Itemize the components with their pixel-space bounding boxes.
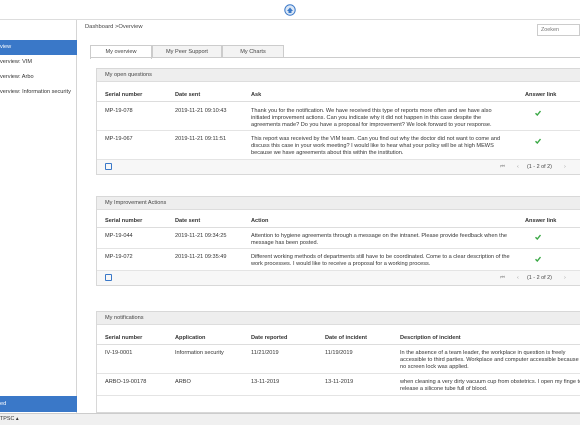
checkmark-icon[interactable]	[535, 256, 541, 262]
date-sent: 2019-11-21 09:10:43	[175, 108, 227, 114]
breadcrumb: Dashboard >Overview	[85, 24, 143, 30]
column-header[interactable]: Action	[251, 218, 268, 224]
next-page-icon[interactable]: ›	[564, 275, 566, 281]
sidebar-bottom-item[interactable]: ed	[0, 396, 77, 412]
question-text: This report was received by the VIM team…	[251, 136, 501, 156]
column-header[interactable]: Date of incident	[325, 335, 367, 341]
checkmark-icon[interactable]	[535, 138, 541, 144]
table-header: Serial number Application Date reported …	[97, 332, 580, 345]
app-logo-icon[interactable]	[284, 4, 296, 16]
export-icon[interactable]	[105, 274, 112, 281]
table-header: Serial number Date sent Action Answer li…	[97, 215, 580, 228]
top-bar	[0, 0, 580, 20]
status-bar[interactable]: TPSC ▴	[0, 413, 580, 425]
serial-number: MP-19-067	[105, 136, 133, 142]
export-icon[interactable]	[105, 163, 112, 170]
date-of-incident: 11/19/2019	[325, 350, 353, 356]
prev-page-icon[interactable]: ‹	[517, 164, 519, 170]
pagination-bar: ⏮ ‹ (1 - 2 of 2) ›	[97, 271, 580, 285]
panel-title: My open questions	[97, 69, 580, 82]
sidebar-item-overview[interactable]: view	[0, 40, 77, 55]
date-sent: 2019-11-21 09:34:25	[175, 233, 227, 239]
column-header[interactable]: Serial number	[105, 218, 142, 224]
tab-divider	[90, 57, 580, 58]
notifications-panel: My notifications Serial number Applicati…	[96, 311, 580, 413]
checkmark-icon[interactable]	[535, 234, 541, 240]
page-info: (1 - 2 of 2)	[527, 275, 552, 281]
incident-description: In the absence of a team leader, the wor…	[400, 350, 579, 370]
next-page-icon[interactable]: ›	[564, 164, 566, 170]
sidebar: view verview: VIM verview: Arbo verview:…	[0, 20, 77, 415]
pagination-bar: ⏮ ‹ (1 - 2 of 2) ›	[97, 160, 580, 174]
serial-number: MP-19-044	[105, 233, 133, 239]
action-text: Different working methods of departments…	[251, 254, 510, 267]
column-header[interactable]: Serial number	[105, 92, 142, 98]
table-row[interactable]: MP-19-067 2019-11-21 09:11:51 This repor…	[97, 131, 580, 160]
column-header[interactable]: Date sent	[175, 218, 200, 224]
column-header[interactable]: Serial number	[105, 335, 142, 341]
sidebar-item-overview-arbo[interactable]: verview: Arbo	[0, 70, 77, 85]
table-row[interactable]: ARBO-19-00178 ARBO 13-11-2019 13-11-2019…	[97, 374, 580, 396]
serial-number: IV-19-0001	[105, 350, 133, 356]
application: Information security	[175, 350, 224, 356]
panel-title: My Improvement Actions	[97, 197, 580, 210]
incident-description: when cleaning a very dirty vacuum cup fr…	[400, 379, 580, 392]
column-header[interactable]: Date sent	[175, 92, 200, 98]
search-input[interactable]	[537, 24, 580, 36]
checkmark-icon[interactable]	[535, 110, 541, 116]
date-reported: 13-11-2019	[251, 379, 280, 385]
date-of-incident: 13-11-2019	[325, 379, 354, 385]
sidebar-item-overview-information-security[interactable]: verview: Information security	[0, 85, 77, 100]
column-header[interactable]: Application	[175, 335, 205, 341]
date-sent: 2019-11-21 09:35:49	[175, 254, 227, 260]
date-sent: 2019-11-21 09:11:51	[175, 136, 227, 142]
application: ARBO	[175, 379, 191, 385]
sidebar-item-overview-vim[interactable]: verview: VIM	[0, 55, 77, 70]
column-header[interactable]: Date reported	[251, 335, 287, 341]
table-header: Serial number Date sent Ask Answer link	[97, 89, 580, 102]
question-text: Thank you for the notification. We have …	[251, 108, 492, 128]
action-text: Attention to hygiene agreements through …	[251, 233, 507, 246]
serial-number: MP-19-072	[105, 254, 133, 260]
prev-page-icon[interactable]: ‹	[517, 275, 519, 281]
panel-title: My notifications	[97, 312, 580, 325]
column-header[interactable]: Ask	[251, 92, 261, 98]
first-page-icon[interactable]: ⏮	[500, 164, 505, 171]
column-header[interactable]: Answer link	[525, 218, 556, 224]
improvement-actions-panel: My Improvement Actions Serial number Dat…	[96, 196, 580, 286]
date-reported: 11/21/2019	[251, 350, 279, 356]
table-row[interactable]: MP-19-072 2019-11-21 09:35:49 Different …	[97, 249, 580, 271]
page-info: (1 - 2 of 2)	[527, 164, 552, 170]
first-page-icon[interactable]: ⏮	[500, 275, 505, 282]
serial-number: ARBO-19-00178	[105, 379, 147, 385]
table-row[interactable]: MP-19-044 2019-11-21 09:34:25 Attention …	[97, 228, 580, 249]
table-row[interactable]: MP-19-078 2019-11-21 09:10:43 Thank you …	[97, 102, 580, 131]
open-questions-panel: My open questions Serial number Date sen…	[96, 68, 580, 175]
column-header[interactable]: Answer link	[525, 92, 556, 98]
table-row[interactable]: IV-19-0001 Information security 11/21/20…	[97, 345, 580, 374]
serial-number: MP-19-078	[105, 108, 133, 114]
column-header[interactable]: Description of incident	[400, 335, 461, 341]
